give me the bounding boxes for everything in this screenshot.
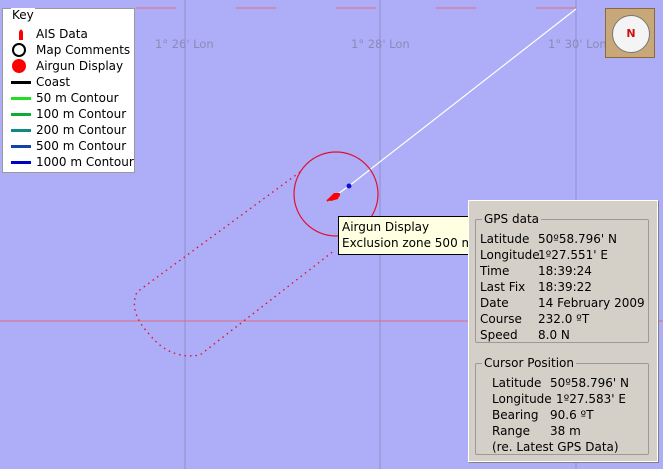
key-item-100m: 100 m Contour [11, 106, 126, 122]
gps-position-marker [346, 183, 352, 189]
key-label-1000m: 1000 m Contour [36, 155, 134, 169]
gps-label: Latitude [480, 232, 530, 246]
map-key-panel: Key AIS Data Map Comments Airgun Display… [2, 8, 135, 173]
key-label-200m: 200 m Contour [36, 123, 127, 137]
ship-icon [19, 29, 23, 40]
key-label-50m: 50 m Contour [36, 91, 119, 105]
lon-label-1: 1° 26' Lon [155, 37, 214, 51]
key-item-200m: 200 m Contour [11, 122, 126, 138]
key-title: Key [11, 8, 35, 22]
filled-circle-icon [12, 59, 26, 73]
compass-icon: N [612, 15, 650, 53]
key-item-map-comments: Map Comments [11, 42, 130, 58]
cursor-value: 50º58.796' N [550, 376, 630, 390]
cursor-value: 90.6 ºT [550, 408, 594, 422]
key-label-ais: AIS Data [36, 27, 88, 41]
coast-line-icon [11, 80, 31, 84]
cursor-position-title: Cursor Position [482, 356, 576, 370]
cursor-value: 1º27.583' E [556, 392, 626, 406]
gps-label: Last Fix [480, 280, 526, 294]
lon-label-3: 1° 30' Lon [548, 37, 607, 51]
info-panel: GPS data Latitude 50º58.796' N Longitude… [468, 200, 658, 462]
cursor-note: (re. Latest GPS Data) [492, 440, 619, 454]
circle-outline-icon [12, 43, 26, 57]
compass-north-label: N [626, 27, 636, 40]
gps-label: Speed [480, 328, 518, 342]
key-label-coast: Coast [36, 75, 71, 89]
cursor-value: 38 m [550, 424, 581, 438]
cursor-label: Latitude [492, 376, 542, 390]
cursor-label: Bearing [492, 408, 539, 422]
tooltip-detail: Exclusion zone 500 m [342, 236, 474, 250]
gps-value: 8.0 N [538, 328, 570, 342]
key-item-airgun: Airgun Display [11, 58, 123, 74]
key-item-1000m: 1000 m Contour [11, 154, 134, 170]
compass-widget[interactable]: N [605, 8, 655, 58]
key-label-500m: 500 m Contour [36, 139, 127, 153]
gps-label: Date [480, 296, 509, 310]
key-item-ais: AIS Data [11, 26, 88, 42]
contour-1000-line-icon [11, 160, 31, 164]
gps-data-title: GPS data [482, 212, 541, 226]
gps-value: 14 February 2009 [538, 296, 645, 310]
gps-data-group: GPS data Latitude 50º58.796' N Longitude… [475, 212, 649, 343]
tooltip-title: Airgun Display [342, 220, 430, 234]
airgun-marker [336, 193, 340, 197]
key-label-map-comments: Map Comments [36, 43, 131, 57]
gps-label: Longitude [480, 248, 540, 262]
cursor-position-group: Cursor Position Latitude 50º58.796' N Lo… [475, 356, 649, 455]
gps-value: 18:39:22 [538, 280, 592, 294]
contour-500-line-icon [11, 144, 31, 148]
contour-50-line-icon [11, 96, 31, 100]
gps-label: Course [480, 312, 522, 326]
ship-track [348, 8, 577, 187]
cursor-label: Range [492, 424, 531, 438]
contour-100-line-icon [11, 112, 31, 116]
gps-value: 1º27.551' E [538, 248, 608, 262]
lon-label-2: 1° 28' Lon [351, 37, 410, 51]
key-label-100m: 100 m Contour [36, 107, 127, 121]
key-item-coast: Coast [11, 74, 70, 90]
gps-value: 50º58.796' N [538, 232, 618, 246]
survey-route [133, 171, 336, 357]
key-label-airgun: Airgun Display [36, 59, 124, 73]
gps-value: 232.0 ºT [538, 312, 590, 326]
contour-200-line-icon [11, 128, 31, 132]
key-item-50m: 50 m Contour [11, 90, 119, 106]
gps-value: 18:39:24 [538, 264, 592, 278]
cursor-label: Longitude [492, 392, 552, 406]
airgun-tooltip: Airgun Display Exclusion zone 500 m [338, 216, 478, 255]
gps-label: Time [480, 264, 510, 278]
key-item-500m: 500 m Contour [11, 138, 126, 154]
